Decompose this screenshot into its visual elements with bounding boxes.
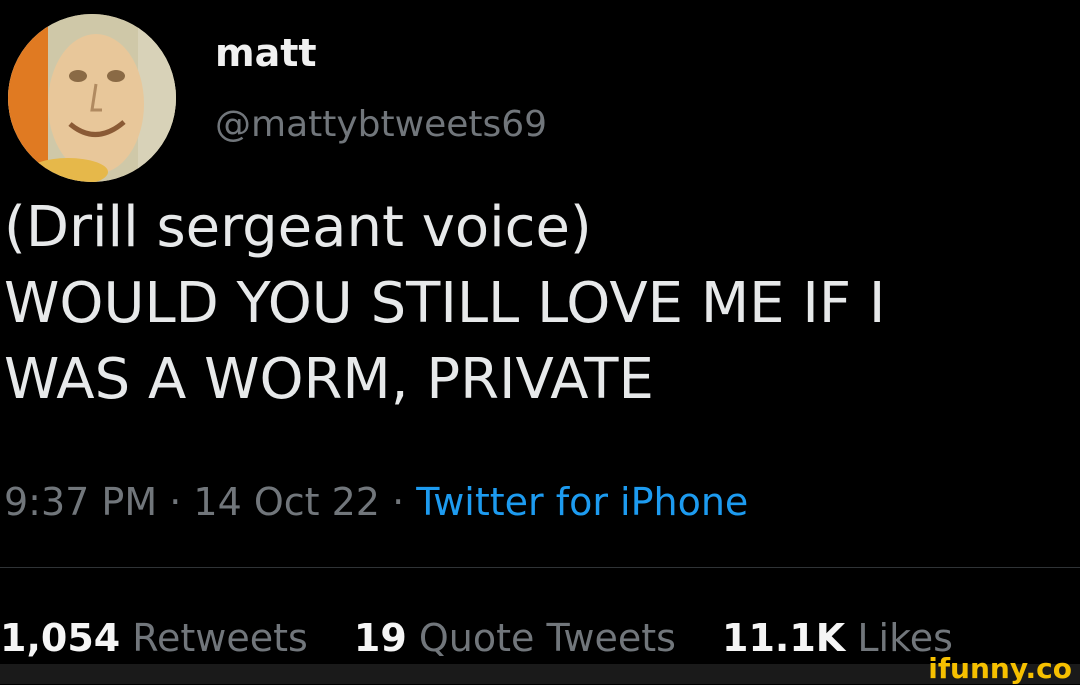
tweet-card: matt @mattybtweets69 (Drill sergeant voi… <box>0 0 1080 684</box>
avatar[interactable] <box>8 14 176 182</box>
tweet-stats: 1,054 Retweets 19 Quote Tweets 11.1K Lik… <box>0 610 987 666</box>
retweets-label: Retweets <box>132 616 308 660</box>
retweets-stat[interactable]: 1,054 Retweets <box>0 610 308 666</box>
likes-stat[interactable]: 11.1K Likes <box>722 610 953 666</box>
tweet-line: (Drill sergeant voice) <box>4 195 592 260</box>
quote-tweets-stat[interactable]: 19 Quote Tweets <box>354 610 676 666</box>
tweet-date[interactable]: 14 Oct 22 <box>193 480 380 524</box>
divider <box>0 567 1080 568</box>
tweet-meta: 9:37 PM · 14 Oct 22 · Twitter for iPhone <box>4 472 748 532</box>
avatar-image <box>8 14 176 182</box>
quote-tweets-count: 19 <box>353 616 407 660</box>
retweets-count: 1,054 <box>0 616 121 660</box>
tweet-line: WAS A WORM, PRIVATE <box>4 347 654 412</box>
user-handle[interactable]: @mattybtweets69 <box>215 100 547 150</box>
watermark-logo: ifunny.co <box>928 652 1072 685</box>
meta-separator: · <box>169 480 182 524</box>
display-name[interactable]: matt <box>215 28 317 78</box>
meta-separator: · <box>392 480 405 524</box>
tweet-time[interactable]: 9:37 PM <box>4 480 157 524</box>
likes-count: 11.1K <box>722 616 846 660</box>
tweet-text: (Drill sergeant voice) WOULD YOU STILL L… <box>4 190 1076 418</box>
watermark-bar <box>0 664 1080 684</box>
tweet-source-link[interactable]: Twitter for iPhone <box>416 480 748 524</box>
quote-tweets-label: Quote Tweets <box>418 616 676 660</box>
tweet-line: WOULD YOU STILL LOVE ME IF I <box>4 271 886 336</box>
